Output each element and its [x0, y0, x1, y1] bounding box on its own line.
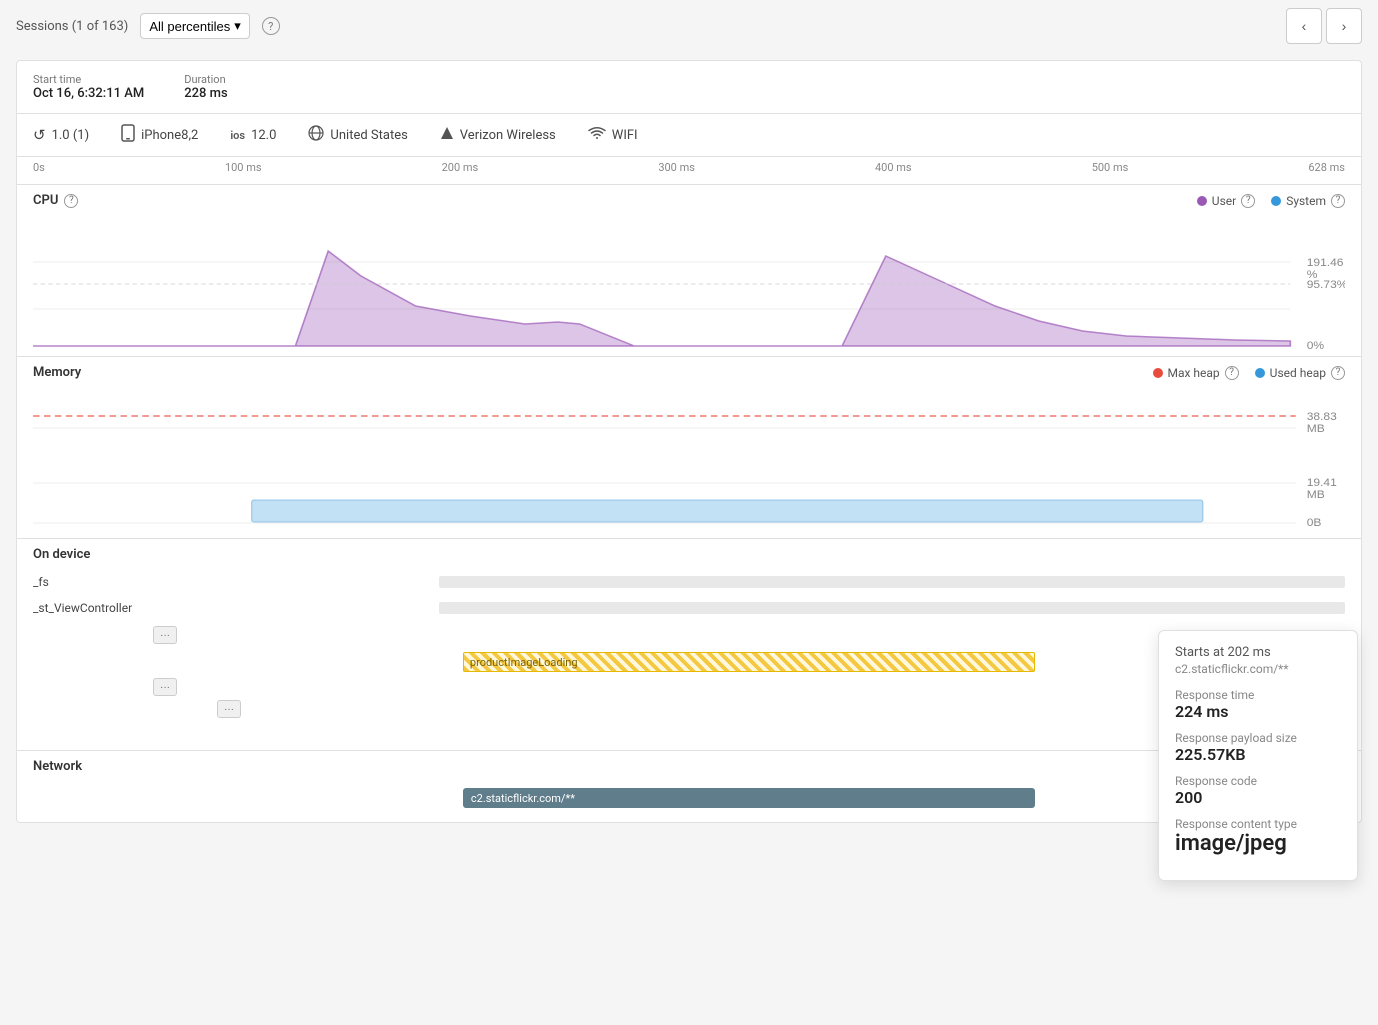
prev-button[interactable]: ‹	[1286, 8, 1322, 44]
cpu-header: CPU ? User ? System ?	[17, 185, 1361, 216]
legend-system: System ?	[1271, 194, 1345, 208]
chevron-right-icon: ›	[1342, 18, 1347, 34]
cpu-chart-area: 191.46 % 95.73% 0%	[17, 216, 1361, 356]
os-item: ios 12.0	[230, 128, 276, 143]
duration-field: Duration 228 ms	[184, 73, 227, 101]
svg-text:0B: 0B	[1307, 517, 1322, 528]
tooltip-card: Starts at 202 ms c2.staticflickr.com/** …	[1158, 630, 1358, 881]
cpu-help-icon[interactable]: ?	[64, 194, 78, 208]
svg-text:0%: 0%	[1307, 340, 1324, 351]
device-item: iPhone8,2	[121, 124, 198, 146]
chevron-down-icon: ▾	[234, 18, 241, 34]
memory-chart-svg: 38.83 MB 19.41 MB 0B	[33, 388, 1345, 538]
session-info: Start time Oct 16, 6:32:11 AM Duration 2…	[17, 61, 1361, 114]
memory-header: Memory Max heap ? Used heap ?	[17, 357, 1361, 388]
chevron-left-icon: ‹	[1302, 18, 1307, 34]
content-type-field: Response content type image/jpeg	[1175, 817, 1341, 856]
svg-text:MB: MB	[1307, 489, 1325, 500]
cpu-chart-svg: 191.46 % 95.73% 0%	[33, 216, 1345, 356]
signal-icon	[440, 126, 454, 144]
next-button[interactable]: ›	[1326, 8, 1362, 44]
legend-used-heap: Used heap ?	[1255, 366, 1345, 380]
tooltip-title: Starts at 202 ms	[1175, 645, 1341, 660]
ios-icon: ios	[230, 129, 245, 142]
help-icon[interactable]: ?	[262, 17, 280, 35]
timeline-ruler: 0s 100 ms 200 ms 300 ms 400 ms 500 ms 62…	[17, 157, 1361, 185]
reload-icon: ↺	[33, 126, 46, 144]
memory-chart-area: 38.83 MB 19.41 MB 0B	[17, 388, 1361, 538]
user-dot	[1197, 196, 1207, 206]
ellipsis-button-2[interactable]: ···	[153, 678, 177, 696]
legend-user: User ?	[1197, 194, 1255, 208]
svg-text:95.73%: 95.73%	[1307, 279, 1345, 290]
response-code-field: Response code 200	[1175, 774, 1341, 807]
percentile-dropdown[interactable]: All percentiles ▾	[140, 13, 249, 39]
max-heap-dot	[1153, 368, 1163, 378]
st-viewcontroller-row: _st_ViewController	[17, 596, 1361, 620]
max-heap-help-icon[interactable]: ?	[1225, 366, 1239, 380]
system-help-icon[interactable]: ?	[1331, 194, 1345, 208]
response-time-field: Response time 224 ms	[1175, 688, 1341, 721]
svg-text:38.83: 38.83	[1307, 411, 1337, 422]
phone-icon	[121, 124, 135, 146]
fs-row: _fs	[17, 570, 1361, 594]
payload-size-field: Response payload size 225.57KB	[1175, 731, 1341, 764]
cpu-section: CPU ? User ? System ?	[17, 185, 1361, 357]
used-heap-dot	[1255, 368, 1265, 378]
top-bar: Sessions (1 of 163) All percentiles ▾ ? …	[0, 0, 1378, 52]
cpu-legend: User ? System ?	[1197, 194, 1345, 208]
system-dot	[1271, 196, 1281, 206]
ruler-labels: 0s 100 ms 200 ms 300 ms 400 ms 500 ms 62…	[33, 161, 1345, 176]
svg-text:191.46: 191.46	[1307, 257, 1344, 268]
wifi-item: WIFI	[588, 126, 638, 144]
country-item: United States	[308, 125, 407, 145]
globe-icon	[308, 125, 324, 145]
wifi-icon	[588, 126, 606, 144]
tooltip-subtitle: c2.staticflickr.com/**	[1175, 662, 1341, 676]
sessions-label: Sessions (1 of 163)	[16, 19, 128, 34]
device-row: ↺ 1.0 (1) iPhone8,2 ios 12.0	[17, 114, 1361, 157]
legend-max-heap: Max heap ?	[1153, 366, 1239, 380]
used-heap-help-icon[interactable]: ?	[1331, 366, 1345, 380]
svg-text:19.41: 19.41	[1307, 477, 1337, 488]
ellipsis-button-3[interactable]: ···	[217, 700, 241, 718]
memory-title: Memory	[33, 365, 81, 380]
fs-label: _fs	[33, 575, 153, 589]
network-bar: c2.staticflickr.com/**	[463, 788, 1035, 808]
start-time-field: Start time Oct 16, 6:32:11 AM	[33, 73, 144, 101]
carrier-item: Verizon Wireless	[440, 126, 556, 144]
user-help-icon[interactable]: ?	[1241, 194, 1255, 208]
svg-text:MB: MB	[1307, 423, 1325, 434]
on-device-header: On device	[17, 539, 1361, 570]
memory-section: Memory Max heap ? Used heap ?	[17, 357, 1361, 539]
version-item: ↺ 1.0 (1)	[33, 126, 89, 144]
nav-buttons: ‹ ›	[1286, 8, 1362, 44]
ellipsis-button-1[interactable]: ···	[153, 626, 177, 644]
product-image-bar: productImageLoading	[463, 652, 1035, 672]
cpu-title: CPU	[33, 193, 58, 208]
memory-legend: Max heap ? Used heap ?	[1153, 366, 1346, 380]
st-viewcontroller-label: _st_ViewController	[33, 601, 153, 615]
